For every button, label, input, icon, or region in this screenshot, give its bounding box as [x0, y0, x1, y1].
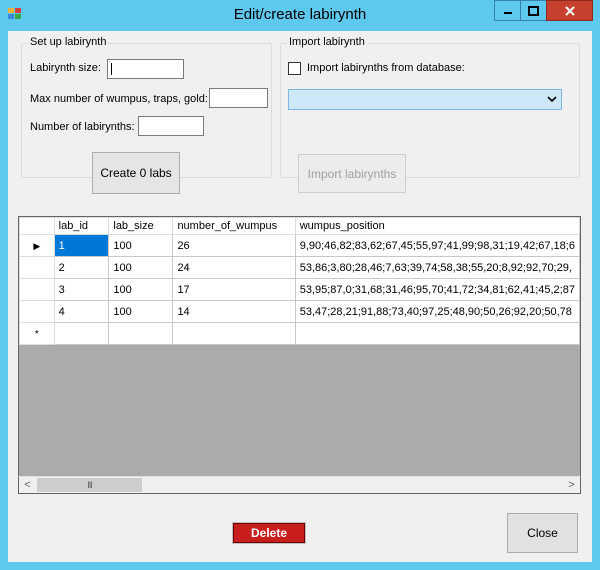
column-header-lab-size[interactable]: lab_size: [108, 217, 174, 235]
table-cell[interactable]: [108, 322, 174, 345]
table-cell[interactable]: 53,86;3,80;28,46;7,63;39,74;58,38;55,20;…: [294, 256, 580, 279]
table-cell[interactable]: 2: [53, 256, 110, 279]
table-cell[interactable]: 100: [108, 256, 174, 279]
table-row[interactable]: 4 100 14 53,47;28,21;91,88;73,40;97,25;4…: [19, 300, 580, 323]
new-row-header[interactable]: *: [19, 322, 55, 345]
current-row-icon: ▶: [33, 240, 41, 251]
delete-button[interactable]: Delete: [232, 522, 306, 544]
column-header-lab-id[interactable]: lab_id: [53, 217, 110, 235]
text-caret: [111, 63, 112, 75]
table-cell[interactable]: 1: [53, 234, 110, 257]
table-row[interactable]: ▶ 1 100 26 9,90;46,82;83,62;67,45;55,97;…: [19, 234, 580, 257]
table-cell[interactable]: 26: [172, 234, 296, 257]
horizontal-scrollbar[interactable]: < III >: [18, 476, 581, 494]
table-cell[interactable]: 14: [172, 300, 296, 323]
import-from-database-checkbox[interactable]: [288, 62, 301, 75]
table-cell[interactable]: 53,95;87,0;31,68;31,46;95,70;41,72;34,81…: [294, 278, 580, 301]
corner-header[interactable]: [19, 217, 55, 235]
table-cell[interactable]: 17: [172, 278, 296, 301]
scroll-right-icon[interactable]: >: [563, 477, 580, 493]
column-header-number-of-wumpus[interactable]: number_of_wumpus: [172, 217, 296, 235]
table-cell[interactable]: 4: [53, 300, 110, 323]
table-cell[interactable]: [172, 322, 296, 345]
size-label: Labirynth size:: [30, 62, 101, 74]
labirynth-size-input[interactable]: [107, 59, 184, 79]
table-row[interactable]: 3 100 17 53,95;87,0;31,68;31,46;95,70;41…: [19, 278, 580, 301]
maximize-icon: [528, 5, 539, 16]
minimize-icon: [503, 11, 512, 14]
table-row[interactable]: 2 100 24 53,86;3,80;28,46;7,63;39,74;58,…: [19, 256, 580, 279]
labirynth-data-grid[interactable]: lab_id lab_size number_of_wumpus wumpus_…: [18, 216, 581, 494]
row-header[interactable]: ▶: [19, 234, 55, 257]
table-cell[interactable]: 100: [108, 300, 174, 323]
table-cell[interactable]: [294, 322, 580, 345]
import-labirynths-button[interactable]: Import labirynths: [298, 154, 406, 193]
maximize-button[interactable]: [520, 0, 546, 21]
import-group-title: Import labirynth: [287, 36, 367, 48]
close-window-button[interactable]: [546, 0, 593, 21]
setup-groupbox: Set up labirynth Labirynth size: Max num…: [21, 36, 272, 194]
table-cell[interactable]: [53, 322, 110, 345]
row-header[interactable]: [19, 300, 55, 323]
max-count-input[interactable]: [209, 88, 268, 108]
table-cell[interactable]: 9,90;46,82;83,62;67,45;55,97;41,99;98,31…: [294, 234, 580, 257]
column-header-wumpus-position[interactable]: wumpus_position: [294, 217, 580, 235]
scroll-left-icon[interactable]: <: [19, 477, 36, 493]
setup-group-title: Set up labirynth: [28, 36, 109, 48]
import-groupbox: Import labirynth Import labirynths from …: [280, 36, 580, 193]
close-icon: [564, 5, 575, 16]
dialog-client-area: Set up labirynth Labirynth size: Max num…: [8, 31, 592, 562]
table-cell[interactable]: 24: [172, 256, 296, 279]
count-label: Number of labirynths:: [30, 121, 135, 133]
table-cell[interactable]: 3: [53, 278, 110, 301]
table-cell[interactable]: 100: [108, 234, 174, 257]
scroll-thumb[interactable]: III: [37, 478, 142, 492]
table-cell[interactable]: 100: [108, 278, 174, 301]
row-header[interactable]: [19, 256, 55, 279]
app-window: Edit/create labirynth Set up labirynth L…: [0, 0, 600, 570]
table-header-row: lab_id lab_size number_of_wumpus wumpus_…: [19, 217, 580, 235]
new-row[interactable]: *: [19, 322, 580, 345]
minimize-button[interactable]: [494, 0, 520, 21]
row-header[interactable]: [19, 278, 55, 301]
import-checkbox-label[interactable]: Import labirynths from database:: [307, 62, 465, 74]
max-label: Max number of wumpus, traps, gold:: [30, 93, 208, 105]
chevron-down-icon: [547, 96, 557, 103]
new-row-marker: *: [34, 328, 39, 340]
labirynth-count-input[interactable]: [138, 116, 204, 136]
database-select[interactable]: [288, 89, 562, 110]
labirynth-table: lab_id lab_size number_of_wumpus wumpus_…: [19, 217, 580, 345]
close-button[interactable]: Close: [507, 513, 578, 553]
create-labs-button[interactable]: Create 0 labs: [92, 152, 180, 194]
title-bar[interactable]: Edit/create labirynth: [0, 0, 600, 31]
table-cell[interactable]: 53,47;28,21;91,88;73,40;97,25;48,90;50,2…: [294, 300, 580, 323]
